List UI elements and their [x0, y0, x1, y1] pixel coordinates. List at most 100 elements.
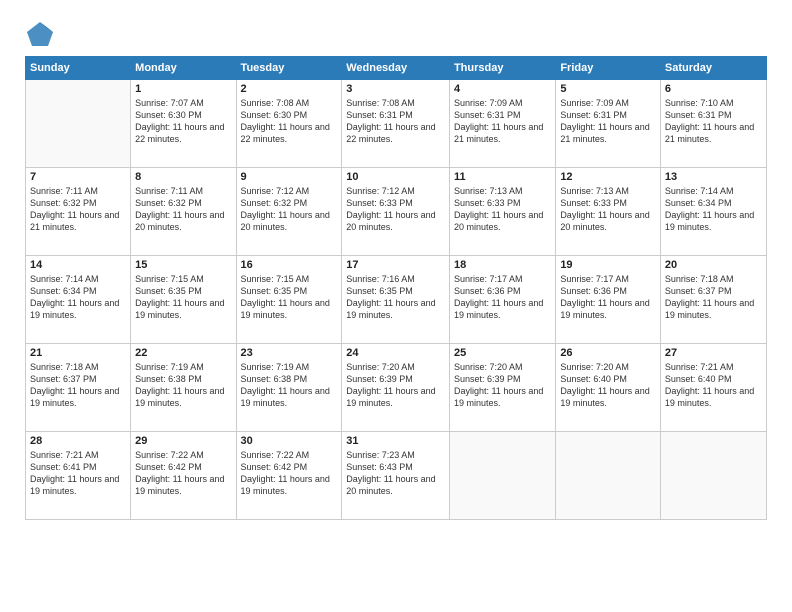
- day-number: 4: [454, 83, 551, 95]
- header: [25, 20, 767, 48]
- day-info: Sunrise: 7:09 AMSunset: 6:31 PMDaylight:…: [560, 97, 656, 146]
- day-number: 6: [665, 83, 762, 95]
- calendar-cell: 3 Sunrise: 7:08 AMSunset: 6:31 PMDaylight…: [342, 80, 450, 168]
- calendar-cell: 5Sunrise: 7:09 AMSunset: 6:31 PMDaylight…: [556, 80, 661, 168]
- calendar-cell: 15 Sunrise: 7:15 AMSunset: 6:35 PMDayligh…: [131, 256, 236, 344]
- day-info: Sunrise: 7:08 AMSunset: 6:30 PMDaylight:…: [241, 97, 338, 146]
- calendar-cell: 25 Sunrise: 7:20 AMSunset: 6:39 PMDayligh…: [449, 344, 555, 432]
- calendar-header-wednesday: Wednesday: [342, 57, 450, 80]
- calendar-header-tuesday: Tuesday: [236, 57, 342, 80]
- day-info: Sunrise: 7:17 AMSunset: 6:36 PMDaylight:…: [560, 273, 656, 322]
- calendar-week-3: 14 Sunrise: 7:14 AMSunset: 6:34 PMDayligh…: [26, 256, 767, 344]
- day-number: 18: [454, 259, 551, 271]
- calendar-cell: 18 Sunrise: 7:17 AMSunset: 6:36 PMDayligh…: [449, 256, 555, 344]
- day-number: 29: [135, 435, 231, 447]
- day-info: Sunrise: 7:20 AMSunset: 6:40 PMDaylight:…: [560, 361, 656, 410]
- calendar-cell: [449, 432, 555, 520]
- calendar-header-sunday: Sunday: [26, 57, 131, 80]
- day-number: 2: [241, 83, 338, 95]
- calendar-cell: 22Sunrise: 7:19 AMSunset: 6:38 PMDayligh…: [131, 344, 236, 432]
- calendar-week-2: 7Sunrise: 7:11 AMSunset: 6:32 PMDaylight…: [26, 168, 767, 256]
- calendar-cell: 7Sunrise: 7:11 AMSunset: 6:32 PMDaylight…: [26, 168, 131, 256]
- calendar-header-thursday: Thursday: [449, 57, 555, 80]
- day-info: Sunrise: 7:12 AMSunset: 6:32 PMDaylight:…: [241, 185, 338, 234]
- calendar-cell: 9Sunrise: 7:12 AMSunset: 6:32 PMDaylight…: [236, 168, 342, 256]
- day-info: Sunrise: 7:07 AMSunset: 6:30 PMDaylight:…: [135, 97, 231, 146]
- calendar-cell: 31Sunrise: 7:23 AMSunset: 6:43 PMDayligh…: [342, 432, 450, 520]
- calendar-table: SundayMondayTuesdayWednesdayThursdayFrid…: [25, 56, 767, 520]
- day-number: 31: [346, 435, 445, 447]
- page: SundayMondayTuesdayWednesdayThursdayFrid…: [0, 0, 792, 612]
- day-number: 14: [30, 259, 126, 271]
- day-info: Sunrise: 7:15 AMSunset: 6:35 PMDaylight:…: [135, 273, 231, 322]
- calendar-cell: 28 Sunrise: 7:21 AMSunset: 6:41 PMDayligh…: [26, 432, 131, 520]
- calendar-week-5: 28 Sunrise: 7:21 AMSunset: 6:41 PMDayligh…: [26, 432, 767, 520]
- calendar-cell: 21Sunrise: 7:18 AMSunset: 6:37 PMDayligh…: [26, 344, 131, 432]
- calendar-cell: 27 Sunrise: 7:21 AMSunset: 6:40 PMDayligh…: [660, 344, 766, 432]
- calendar-cell: 17 Sunrise: 7:16 AMSunset: 6:35 PMDayligh…: [342, 256, 450, 344]
- calendar-cell: 11Sunrise: 7:13 AMSunset: 6:33 PMDayligh…: [449, 168, 555, 256]
- calendar-cell: 20 Sunrise: 7:18 AMSunset: 6:37 PMDayligh…: [660, 256, 766, 344]
- day-number: 27: [665, 347, 762, 359]
- calendar-cell: 4 Sunrise: 7:09 AMSunset: 6:31 PMDaylight…: [449, 80, 555, 168]
- calendar-cell: 30Sunrise: 7:22 AMSunset: 6:42 PMDayligh…: [236, 432, 342, 520]
- calendar-cell: 26 Sunrise: 7:20 AMSunset: 6:40 PMDayligh…: [556, 344, 661, 432]
- day-info: Sunrise: 7:13 AMSunset: 6:33 PMDaylight:…: [560, 185, 656, 234]
- day-info: Sunrise: 7:16 AMSunset: 6:35 PMDaylight:…: [346, 273, 445, 322]
- calendar-cell: 19 Sunrise: 7:17 AMSunset: 6:36 PMDayligh…: [556, 256, 661, 344]
- day-info: Sunrise: 7:14 AMSunset: 6:34 PMDaylight:…: [665, 185, 762, 234]
- calendar-header-row: SundayMondayTuesdayWednesdayThursdayFrid…: [26, 57, 767, 80]
- day-info: Sunrise: 7:20 AMSunset: 6:39 PMDaylight:…: [454, 361, 551, 410]
- day-info: Sunrise: 7:08 AMSunset: 6:31 PMDaylight:…: [346, 97, 445, 146]
- day-number: 12: [560, 171, 656, 183]
- calendar-week-4: 21Sunrise: 7:18 AMSunset: 6:37 PMDayligh…: [26, 344, 767, 432]
- day-number: 19: [560, 259, 656, 271]
- day-info: Sunrise: 7:15 AMSunset: 6:35 PMDaylight:…: [241, 273, 338, 322]
- day-number: 10: [346, 171, 445, 183]
- calendar-cell: 2 Sunrise: 7:08 AMSunset: 6:30 PMDaylight…: [236, 80, 342, 168]
- calendar-cell: 29Sunrise: 7:22 AMSunset: 6:42 PMDayligh…: [131, 432, 236, 520]
- day-info: Sunrise: 7:09 AMSunset: 6:31 PMDaylight:…: [454, 97, 551, 146]
- calendar-cell: 12 Sunrise: 7:13 AMSunset: 6:33 PMDayligh…: [556, 168, 661, 256]
- day-info: Sunrise: 7:12 AMSunset: 6:33 PMDaylight:…: [346, 185, 445, 234]
- day-info: Sunrise: 7:11 AMSunset: 6:32 PMDaylight:…: [30, 185, 126, 234]
- day-number: 23: [241, 347, 338, 359]
- day-number: 30: [241, 435, 338, 447]
- calendar-header-friday: Friday: [556, 57, 661, 80]
- day-info: Sunrise: 7:20 AMSunset: 6:39 PMDaylight:…: [346, 361, 445, 410]
- calendar-cell: [26, 80, 131, 168]
- calendar-cell: 8Sunrise: 7:11 AMSunset: 6:32 PMDaylight…: [131, 168, 236, 256]
- day-number: 17: [346, 259, 445, 271]
- day-number: 3: [346, 83, 445, 95]
- calendar-cell: 14 Sunrise: 7:14 AMSunset: 6:34 PMDayligh…: [26, 256, 131, 344]
- day-info: Sunrise: 7:13 AMSunset: 6:33 PMDaylight:…: [454, 185, 551, 234]
- day-number: 13: [665, 171, 762, 183]
- day-number: 24: [346, 347, 445, 359]
- day-number: 20: [665, 259, 762, 271]
- calendar-cell: 23Sunrise: 7:19 AMSunset: 6:38 PMDayligh…: [236, 344, 342, 432]
- day-info: Sunrise: 7:21 AMSunset: 6:41 PMDaylight:…: [30, 449, 126, 498]
- day-info: Sunrise: 7:10 AMSunset: 6:31 PMDaylight:…: [665, 97, 762, 146]
- day-number: 26: [560, 347, 656, 359]
- day-info: Sunrise: 7:14 AMSunset: 6:34 PMDaylight:…: [30, 273, 126, 322]
- day-info: Sunrise: 7:17 AMSunset: 6:36 PMDaylight:…: [454, 273, 551, 322]
- day-number: 28: [30, 435, 126, 447]
- calendar-week-1: 1Sunrise: 7:07 AMSunset: 6:30 PMDaylight…: [26, 80, 767, 168]
- logo: [25, 20, 58, 48]
- calendar-cell: 10 Sunrise: 7:12 AMSunset: 6:33 PMDayligh…: [342, 168, 450, 256]
- day-info: Sunrise: 7:18 AMSunset: 6:37 PMDaylight:…: [30, 361, 126, 410]
- day-number: 15: [135, 259, 231, 271]
- day-info: Sunrise: 7:18 AMSunset: 6:37 PMDaylight:…: [665, 273, 762, 322]
- calendar-cell: 13 Sunrise: 7:14 AMSunset: 6:34 PMDayligh…: [660, 168, 766, 256]
- day-number: 22: [135, 347, 231, 359]
- day-info: Sunrise: 7:21 AMSunset: 6:40 PMDaylight:…: [665, 361, 762, 410]
- calendar-cell: 16 Sunrise: 7:15 AMSunset: 6:35 PMDayligh…: [236, 256, 342, 344]
- day-number: 25: [454, 347, 551, 359]
- day-number: 16: [241, 259, 338, 271]
- calendar-cell: 1Sunrise: 7:07 AMSunset: 6:30 PMDaylight…: [131, 80, 236, 168]
- logo-icon: [25, 20, 55, 48]
- day-info: Sunrise: 7:11 AMSunset: 6:32 PMDaylight:…: [135, 185, 231, 234]
- calendar-header-saturday: Saturday: [660, 57, 766, 80]
- calendar-header-monday: Monday: [131, 57, 236, 80]
- calendar-cell: 6 Sunrise: 7:10 AMSunset: 6:31 PMDaylight…: [660, 80, 766, 168]
